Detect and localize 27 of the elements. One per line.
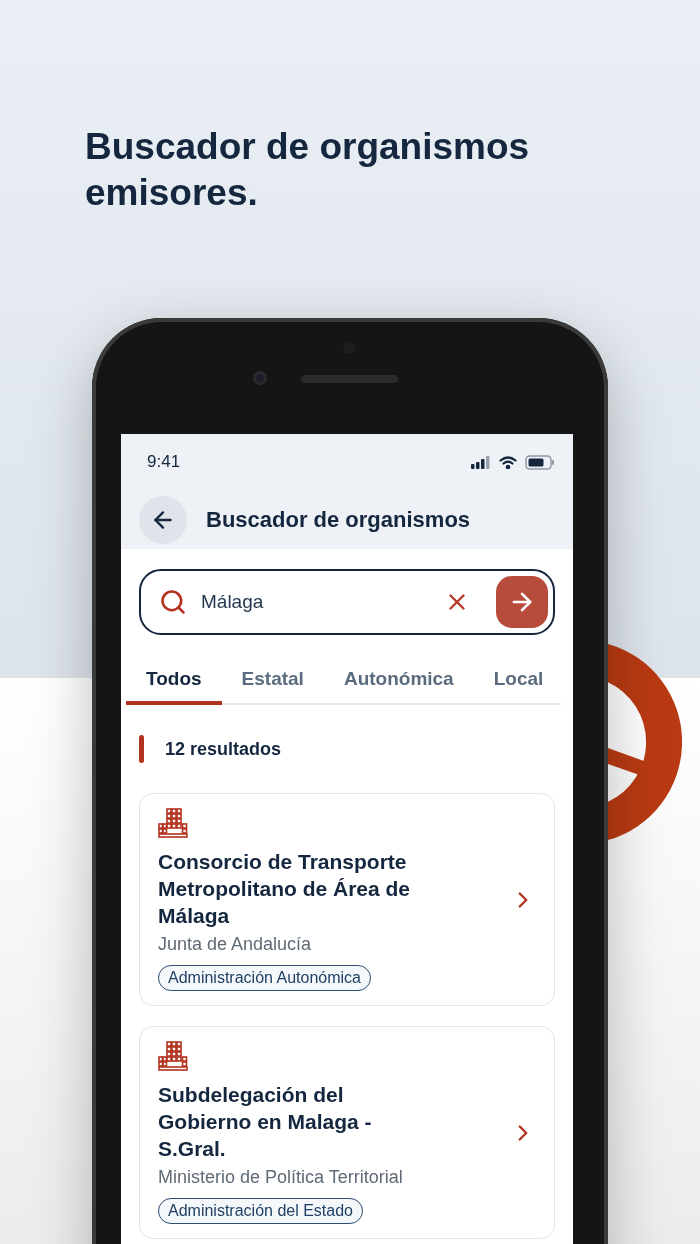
filter-tab[interactable]: Todos <box>126 657 222 705</box>
camera-lens <box>253 371 267 385</box>
filter-tab[interactable]: Local <box>473 657 564 705</box>
building-icon <box>158 1041 188 1071</box>
category-tag: Administración Autonómica <box>158 965 371 991</box>
results-count: 12 resultados <box>165 738 282 760</box>
submit-button[interactable] <box>496 576 548 628</box>
card-subtitle: Ministerio de Política Territorial <box>158 1166 403 1189</box>
battery-icon <box>525 454 555 470</box>
result-card[interactable]: Consorcio de Transporte Metropolitano de Área de Málaga Junta de Andalucía Administración Autonómica <box>139 793 555 1006</box>
building-icon <box>158 808 188 838</box>
card-title: Consorcio de Transporte Metropolitano de Área de Málaga <box>158 849 412 929</box>
screen-title: Buscador de organismos <box>206 506 471 533</box>
status-time: 9:41 <box>147 452 181 472</box>
accent-bar <box>139 735 144 763</box>
search-input[interactable]: Málaga <box>199 590 432 614</box>
wifi-icon <box>499 455 517 469</box>
filter-tab[interactable]: Autonómica <box>323 657 474 705</box>
headline: Buscador de organismos emisores. <box>84 125 531 215</box>
signal-icon <box>471 455 491 469</box>
category-tag: Administración del Estado <box>158 1198 363 1224</box>
card-title: Subdelegación del Gobierno en Malaga - S.Gral. <box>158 1082 373 1162</box>
back-button[interactable] <box>139 495 187 544</box>
filter-tab[interactable]: Estatal <box>221 657 324 705</box>
card-subtitle: Junta de Andalucía <box>158 933 312 956</box>
search-icon <box>159 588 187 616</box>
result-card[interactable]: Subdelegación del Gobierno en Malaga - S.Gral. Ministerio de Política Territorial Administración del Estado <box>139 1026 555 1239</box>
